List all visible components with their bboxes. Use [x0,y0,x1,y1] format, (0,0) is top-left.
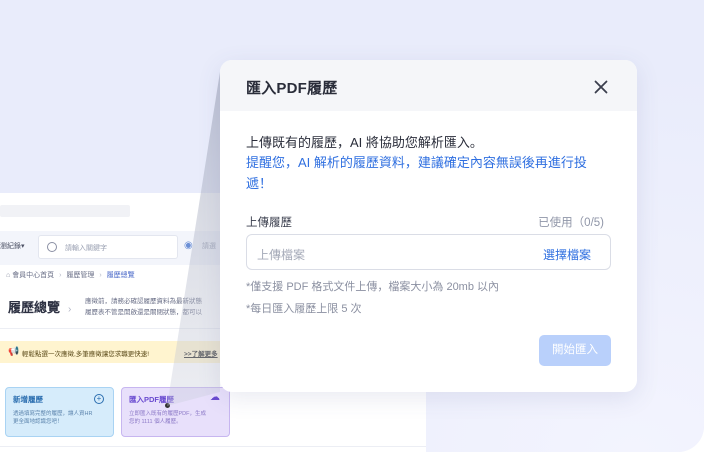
notice-learn-more-link[interactable]: >>了解更多 [184,348,218,358]
choose-file-button[interactable]: 選擇檔案 [543,246,591,263]
page-title-text: 履歷總覽 [8,300,61,315]
card-description: 立即匯入既有的履歷PDF，生成 您的 1111 個人履歷。 [129,410,222,426]
home-icon: ⌂ [6,272,11,279]
search-icon [47,242,57,252]
card-description-line: 立即匯入既有的履歷PDF，生成 [129,411,207,417]
site-search-placeholder: 請輸入關鍵字 [65,245,107,252]
start-import-button[interactable]: 開始匯入 [539,335,611,366]
usage-counter: 已使用（0/5) [538,217,604,229]
divider [0,446,426,447]
location-pin-icon: ◉ [184,240,193,251]
dialog-intro-text: 上傳既有的履歷，AI 將協助您解析匯入。 [246,135,483,150]
history-dropdown[interactable]: 瀏紀錄▾ [0,241,25,251]
daily-limit-note: *每日匯入履歷上限 5 次 [246,303,362,315]
plus-circle-icon: + [94,394,104,404]
notice-text: 輕鬆點選一次應徵,多筆應徵讓您求職更快速! [22,351,150,358]
dialog-title: 匯入PDF履歷 [246,80,338,97]
page-description-line: 應徵前，請務必確認履歷資料為最新狀態 [85,298,202,305]
page-title: 履歷總覽 › [8,297,71,316]
breadcrumb-item-member-home[interactable]: 會員中心首頁 [12,272,54,279]
breadcrumb-item-current: 履歷總覽 [106,272,135,279]
screen: 瀏紀錄▾ 請輸入關鍵字 ◉ 請選 ⌂ 會員中心首頁 › 履歷管理 › 履歷總覽 … [0,0,704,452]
page-description: 應徵前，請務必確認履歷資料為最新狀態 履歷表不管是開啟還是關閉狀態，都可以 [85,296,202,318]
card-description-line: 更全面地認識您吧！ [13,419,63,425]
card-description-line: 您的 1111 個人履歷。 [129,419,182,425]
close-icon [594,80,608,94]
breadcrumb: ⌂ 會員中心首頁 › 履歷管理 › 履歷總覽 [6,270,135,280]
site-search-input[interactable]: 請輸入關鍵字 [38,235,178,259]
cloud-upload-icon: ☁ [210,392,220,403]
card-description: 透過填寫完整的履歷，讓人資HR 更全面地認識您吧！ [13,410,106,426]
file-upload-field[interactable]: 上傳檔案 選擇檔案 [246,234,611,270]
breadcrumb-item-resume-manage[interactable]: 履歷管理 [66,272,94,279]
card-title: 匯入PDF履歷 [129,395,174,404]
location-select[interactable]: 請選 [202,241,216,251]
dialog-header: 匯入PDF履歷 [220,60,637,111]
upload-field-label: 上傳履歷 [246,217,292,229]
close-button[interactable] [590,76,612,98]
dialog-warning-text: 提醒您，AI 解析的履歷資料，建議確定內容無誤後再進行投遞！ [246,155,587,191]
breadcrumb-separator: › [59,272,62,279]
chevron-right-icon: › [68,304,72,315]
import-pdf-card[interactable]: 匯入PDF履歷 ☁ 立即匯入既有的履歷PDF，生成 您的 1111 個人履歷。 [121,387,230,437]
breadcrumb-separator: › [99,272,102,279]
megaphone-icon: 📢 [8,346,20,356]
topbar-placeholder [0,205,130,217]
page-description-line: 履歷表不管是開啟還是關閉狀態，都可以 [85,309,202,316]
import-pdf-dialog: 匯入PDF履歷 上傳既有的履歷，AI 將協助您解析匯入。 提醒您，AI 解析的履… [220,60,637,392]
upload-placeholder: 上傳檔案 [257,248,306,262]
spotlight-dot [165,403,170,408]
card-title: 新增履歷 [13,395,43,404]
format-note: *僅支援 PDF 格式文件上傳，檔案大小為 20mb 以內 [246,281,500,293]
new-resume-card[interactable]: 新增履歷 + 透過填寫完整的履歷，讓人資HR 更全面地認識您吧！ [5,387,114,437]
card-description-line: 透過填寫完整的履歷，讓人資HR [13,411,93,417]
